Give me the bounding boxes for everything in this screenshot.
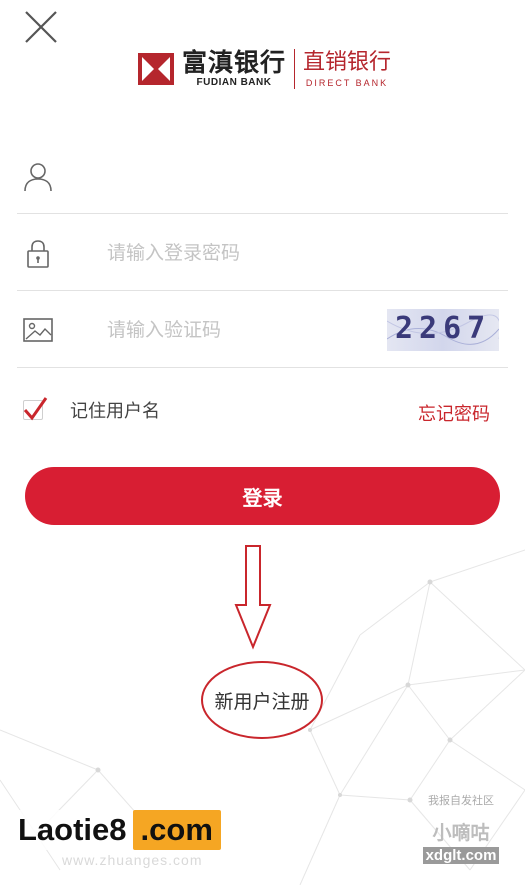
image-icon: [22, 314, 54, 346]
bank-name-en: FUDIAN BANK: [196, 77, 272, 88]
direct-bank-en: DIRECT BANK: [305, 78, 389, 88]
captcha-code: 2267: [395, 310, 492, 346]
watermark-xdglt: 我报自发社区 小嘀咕 xdglt.com: [415, 792, 507, 864]
direct-bank-cn: 直销银行: [303, 50, 392, 75]
bank-name-cn: 富滇银行: [182, 48, 287, 77]
remember-username-toggle[interactable]: 记住用户名: [23, 397, 160, 423]
watermark-laotie8: Laotie8 .com: [12, 810, 221, 850]
close-icon: [25, 11, 57, 43]
watermark-left-url: www.zhuanges.com: [62, 852, 203, 868]
login-button[interactable]: 登录: [25, 467, 500, 525]
new-user-register-link[interactable]: 新用户注册: [200, 660, 324, 740]
watermark-right-name: 小嘀咕: [432, 822, 490, 844]
bank-logo-mark-icon: [138, 53, 174, 85]
lock-icon: [22, 237, 54, 269]
user-icon: [22, 160, 54, 192]
checkmark-icon: [23, 397, 48, 421]
watermark-right-url: xdglt.com: [422, 847, 500, 864]
watermark-right-caption: 我报自发社区: [428, 794, 494, 807]
remember-checkbox[interactable]: [23, 397, 48, 421]
watermark-laotie8-name: Laotie8: [12, 810, 133, 850]
captcha-row: 2267: [17, 292, 508, 368]
username-row: [17, 138, 508, 214]
username-input[interactable]: [107, 155, 508, 196]
watermark-laotie8-domain: .com: [132, 810, 221, 850]
close-button[interactable]: [22, 8, 62, 48]
password-row: [17, 215, 508, 291]
logo-divider: [294, 49, 296, 89]
password-input[interactable]: [107, 232, 508, 273]
remember-username-label: 记住用户名: [70, 401, 160, 422]
down-arrow-icon: [234, 545, 272, 650]
captcha-image[interactable]: 2267: [387, 308, 499, 351]
bank-logo: 富滇银行 FUDIAN BANK 直销银行 DIRECT BANK: [138, 44, 398, 94]
forgot-password-link[interactable]: 忘记密码: [418, 400, 490, 426]
captcha-input[interactable]: [107, 309, 387, 350]
